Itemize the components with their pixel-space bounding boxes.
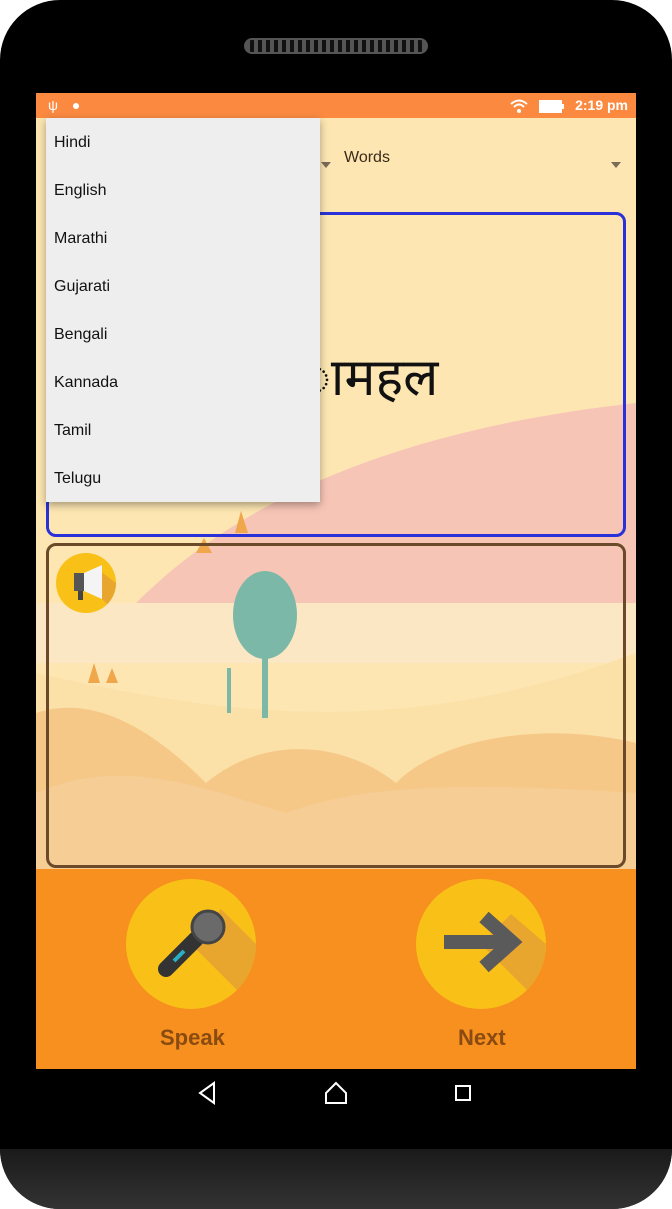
system-navigation-bar: [0, 1069, 672, 1119]
language-dropdown-menu: Hindi English Marathi Gujarati Bengali K…: [46, 118, 320, 502]
category-spinner[interactable]: Words: [344, 149, 390, 167]
next-button[interactable]: [416, 879, 546, 1009]
usb-icon: ψ: [48, 97, 58, 113]
image-card: [46, 543, 626, 868]
recents-icon[interactable]: [450, 1079, 478, 1107]
status-right: 2:19 pm: [509, 97, 628, 114]
dropdown-item-bengali[interactable]: Bengali: [54, 326, 107, 344]
word-text: ामहल: [300, 348, 439, 408]
dropdown-item-kannada[interactable]: Kannada: [54, 374, 118, 392]
dropdown-item-marathi[interactable]: Marathi: [54, 230, 107, 248]
microphone-icon: [158, 909, 256, 1009]
category-spinner-value: Words: [344, 149, 390, 166]
status-left-icons: ψ ●: [48, 97, 80, 113]
status-time: 2:19 pm: [575, 97, 628, 113]
dropdown-item-tamil[interactable]: Tamil: [54, 422, 91, 440]
wifi-icon: [510, 99, 528, 114]
phone-frame: ψ ● 2:19 pm Words ामहल Speak Next Hindi …: [0, 0, 672, 1209]
home-icon[interactable]: [322, 1079, 350, 1107]
battery-icon: [539, 100, 565, 114]
megaphone-icon: [74, 565, 116, 613]
language-spinner-arrow-icon[interactable]: [321, 162, 331, 168]
category-spinner-arrow-icon[interactable]: [611, 162, 621, 168]
dropdown-item-english[interactable]: English: [54, 182, 106, 200]
dropdown-item-hindi[interactable]: Hindi: [54, 134, 90, 152]
next-label: Next: [458, 1025, 506, 1050]
play-audio-button[interactable]: [56, 553, 116, 613]
status-bar: ψ ● 2:19 pm: [36, 93, 636, 118]
speak-label: Speak: [160, 1025, 225, 1050]
back-icon[interactable]: [194, 1079, 222, 1107]
phone-bottom-edge: [0, 1149, 672, 1209]
dropdown-item-telugu[interactable]: Telugu: [54, 470, 101, 488]
dropdown-item-gujarati[interactable]: Gujarati: [54, 278, 110, 296]
android-icon: ●: [71, 97, 81, 113]
arrow-right-icon: [444, 911, 546, 1009]
earpiece-speaker: [244, 38, 428, 54]
speak-button[interactable]: [126, 879, 256, 1009]
